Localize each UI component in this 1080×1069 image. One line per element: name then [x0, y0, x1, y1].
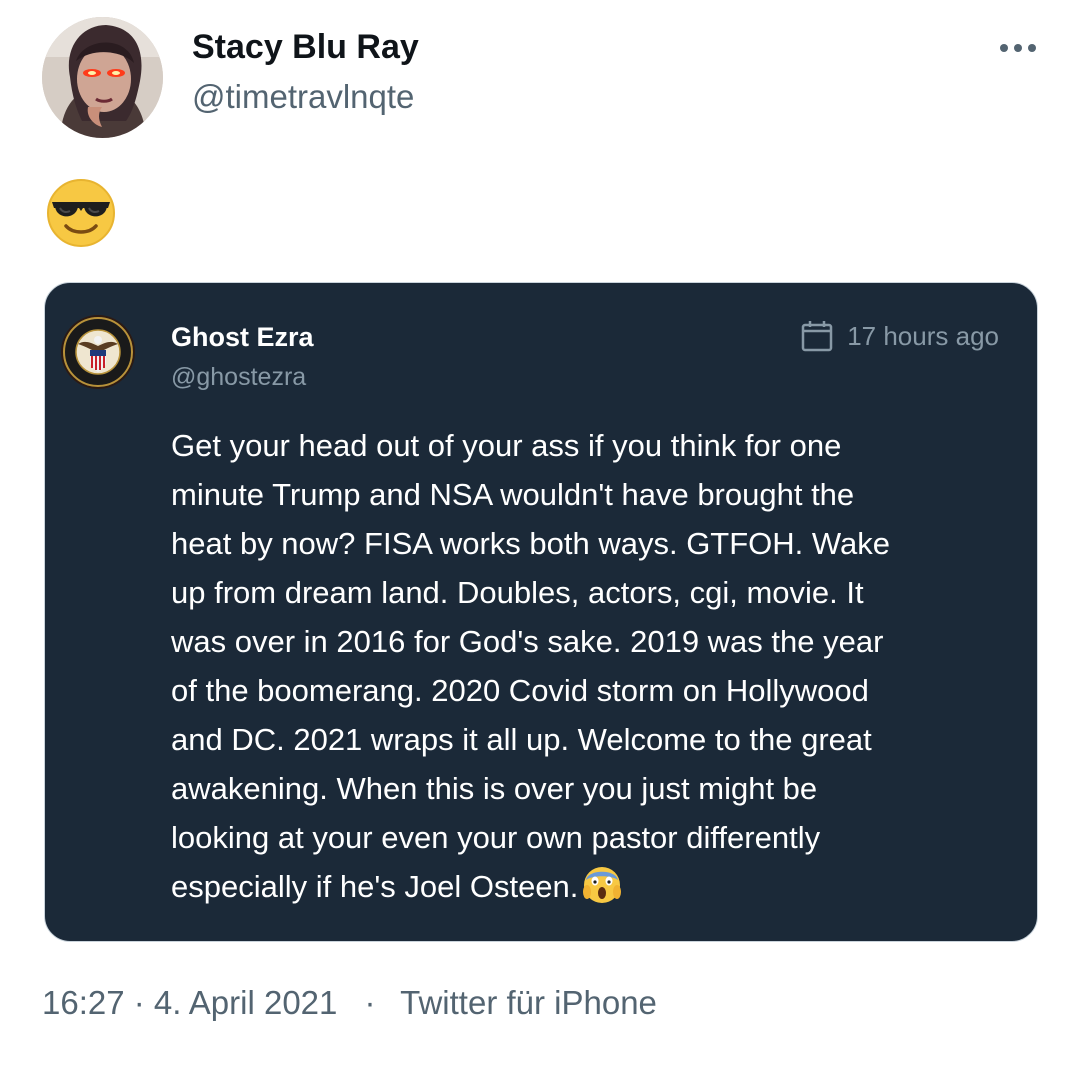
- quote-author-handle[interactable]: @ghostezra: [171, 363, 306, 392]
- metadata-separator: ·: [364, 984, 376, 1021]
- tweet-timestamp[interactable]: 16:27 · 4. April 2021: [42, 984, 337, 1021]
- quote-text-line: especially if he's Joel Osteen.: [171, 869, 579, 904]
- quote-text-line: was over in 2016 for God's sake. 2019 wa…: [171, 624, 884, 659]
- quote-author-display-name[interactable]: Ghost Ezra: [171, 322, 314, 353]
- quote-text-line: looking at your even your own pastor dif…: [171, 820, 821, 855]
- quote-text-line: and DC. 2021 wraps it all up. Welcome to…: [171, 722, 872, 757]
- calendar-icon: [801, 321, 833, 352]
- smiling-face-with-sunglasses-emoji: [47, 179, 115, 247]
- quote-text-line: minute Trump and NSA wouldn't have broug…: [171, 477, 855, 512]
- more-options-button[interactable]: [996, 36, 1040, 60]
- quote-text-last-line: especially if he's Joel Osteen.: [171, 862, 1001, 911]
- quote-text-line: heat by now? FISA works both ways. GTFOH…: [171, 526, 890, 561]
- more-horizontal-icon: [1000, 44, 1036, 52]
- quote-text-line: Get your head out of your ass if you thi…: [171, 428, 842, 463]
- quote-text-line: of the boomerang. 2020 Covid storm on Ho…: [171, 673, 869, 708]
- quote-text: Get your head out of your ass if you thi…: [171, 421, 1001, 911]
- tweet-text: [46, 178, 116, 248]
- face-screaming-in-fear-emoji: [582, 864, 622, 904]
- author-handle[interactable]: @timetravlnqte: [192, 78, 414, 116]
- author-avatar[interactable]: [42, 17, 163, 138]
- quote-text-line: up from dream land. Doubles, actors, cgi…: [171, 575, 864, 610]
- defense-clandestine-service-seal: [61, 315, 135, 389]
- author-display-name[interactable]: Stacy Blu Ray: [192, 28, 419, 67]
- quoted-post-card[interactable]: Ghost Ezra @ghostezra 17 hours ago Get y…: [44, 282, 1038, 942]
- quote-timestamp: 17 hours ago: [801, 319, 999, 353]
- quote-text-line: awakening. When this is over you just mi…: [171, 771, 818, 806]
- quote-time-ago: 17 hours ago: [847, 320, 999, 351]
- tweet-metadata: 16:27 · 4. April 2021 · Twitter für iPho…: [42, 984, 657, 1022]
- tweet-source-link[interactable]: Twitter für iPhone: [400, 984, 657, 1021]
- avatar-photo: [42, 17, 163, 138]
- quote-author-avatar[interactable]: [60, 314, 136, 390]
